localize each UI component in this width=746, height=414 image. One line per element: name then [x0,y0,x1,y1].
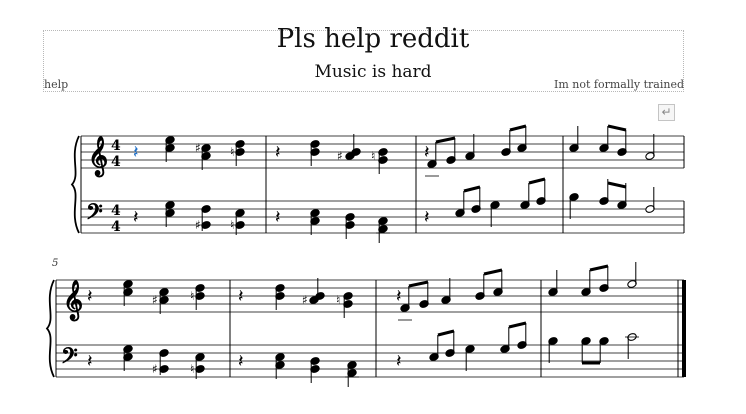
quarter-rest-icon: 𝄽 [275,207,281,228]
quarter-rest-icon: 𝄽 [133,207,139,228]
quarter-rest-icon: 𝄽 [424,142,430,163]
quarter-rest-icon: 𝄽 [238,351,244,372]
sharp-icon: ♯ [152,362,158,376]
quarter-rest-icon: 𝄽 [87,286,93,307]
quarter-rest-icon: 𝄽 [238,286,244,307]
natural-icon: ♮ [230,145,234,159]
sharp-icon: ♯ [302,293,308,307]
sharp-icon: ♯ [195,141,201,155]
beam [408,280,429,288]
sharp-icon: ♯ [337,149,343,163]
quarter-rest-icon: 𝄽 [396,351,402,372]
bass-clef-icon: 𝄢 [61,344,78,374]
beam [483,268,503,276]
time-signature-numerator: 4 [111,138,121,154]
quarter-rest-icon: 𝄽 [87,351,93,372]
score-canvas[interactable]: 𝄞𝄢4444𝄽 ♯ ♮𝄽 ♯ ♮𝄽 ♯ ♮𝄽𝄽𝄽 𝄞𝄢𝄽 ♯ ♮𝄽 ♯ ♮𝄽 ♯ ♮𝄽𝄽𝄽 [0,0,746,414]
brace [70,135,80,234]
natural-icon: ♮ [230,218,234,232]
natural-icon: ♮ [336,293,340,307]
time-signature-denominator: 4 [111,219,121,235]
bass-clef-icon: 𝄢 [86,200,103,230]
beam [508,321,527,329]
natural-icon: ♮ [190,289,194,303]
beam [435,136,456,144]
brace [45,279,55,378]
beam [463,185,481,193]
time-signature-denominator: 4 [111,154,121,170]
beam [607,124,627,132]
natural-icon: ♮ [190,362,194,376]
beam [589,264,609,272]
treble-clef-icon: 𝄞 [63,280,83,322]
beam [509,124,527,132]
quarter-rest-icon: 𝄽 [396,286,402,307]
system-1: 𝄞𝄢4444𝄽 ♯ ♮𝄽 ♯ ♮𝄽 ♯ ♮𝄽𝄽𝄽 [70,124,685,243]
quarter-rest-icon: 𝄽 [424,207,430,228]
system-2: 𝄞 𝄢 𝄽 ♯ ♮ 𝄽 ♯ ♮ 𝄽 ♯ ♮ 𝄽 𝄽 𝄽 [45,262,686,387]
treble-clef-icon: 𝄞 [88,136,108,178]
beam [528,177,546,185]
beam [437,329,455,337]
beam [607,181,627,189]
quarter-rest-icon: 𝄽 [133,142,139,163]
sharp-icon: ♯ [152,293,158,307]
time-signature-numerator: 4 [111,203,121,219]
natural-icon: ♮ [371,149,375,163]
quarter-rest-icon: 𝄽 [275,142,281,163]
sharp-icon: ♯ [195,218,201,232]
